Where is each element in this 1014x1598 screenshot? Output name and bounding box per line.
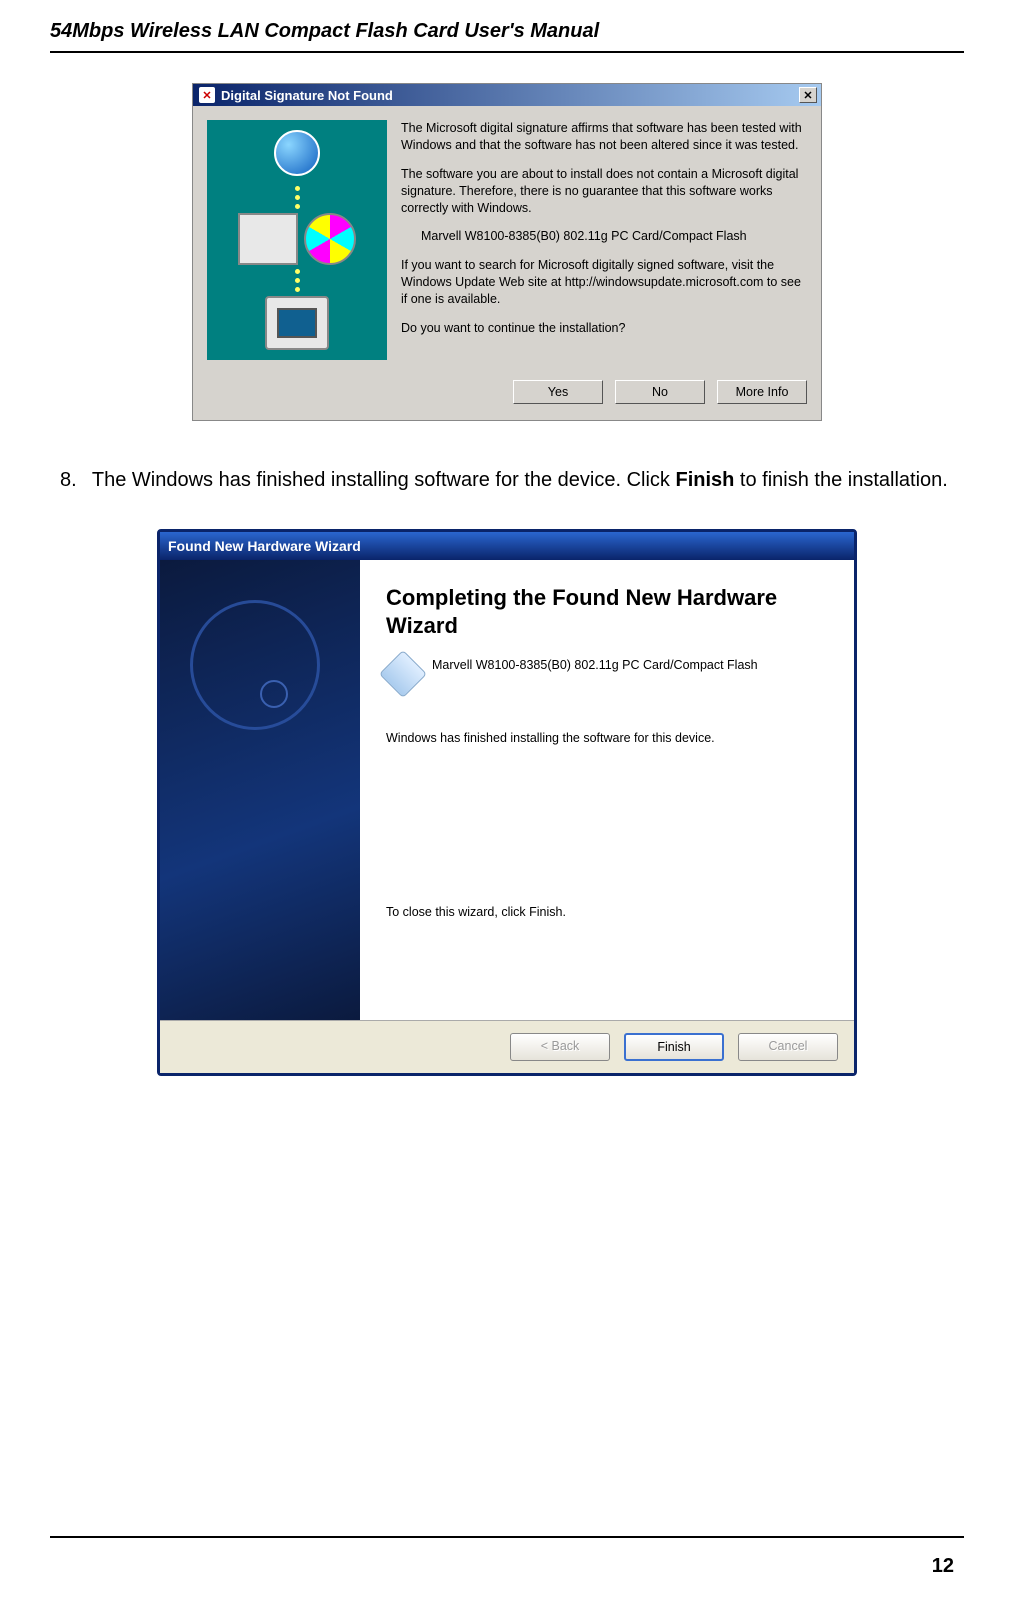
floppy-icon [238,213,298,265]
step-number: 8. [50,469,87,491]
device-icon [379,650,427,698]
dialog2-sidebar-graphic [160,560,360,1020]
dialog1-para1: The Microsoft digital signature affirms … [401,120,807,154]
dialog1-titlebar: ✕ Digital Signature Not Found ✕ [193,84,821,106]
doc-header: 54Mbps Wireless LAN Compact Flash Card U… [50,20,964,43]
dialog2-device: Marvell W8100-8385(B0) 802.11g PC Card/C… [432,657,758,674]
instruction-8: 8. The Windows has finished installing s… [50,461,964,499]
dialog1-title: Digital Signature Not Found [221,88,393,103]
digital-signature-dialog: ✕ Digital Signature Not Found ✕ The Micr… [192,83,822,421]
back-button: < Back [510,1033,610,1061]
found-new-hardware-dialog: Found New Hardware Wizard Completing the… [157,529,857,1076]
page-number: 12 [932,1555,954,1578]
cd-icon [304,213,356,265]
close-button[interactable]: ✕ [799,87,817,103]
footer-rule [50,1536,964,1538]
globe-icon [274,130,320,176]
dialog1-para2: The software you are about to install do… [401,166,807,217]
yes-button[interactable]: Yes [513,380,603,404]
finish-button[interactable]: Finish [624,1033,724,1061]
no-button[interactable]: No [615,380,705,404]
dialog2-status: Windows has finished installing the soft… [386,731,828,745]
dialog1-sidebar-graphic [207,120,387,360]
dialog2-title: Found New Hardware Wizard [168,538,361,554]
step-bold: Finish [675,469,734,491]
dialog1-device: Marvell W8100-8385(B0) 802.11g PC Card/C… [401,228,807,245]
computer-icon [265,296,329,350]
dialog2-close-hint: To close this wizard, click Finish. [386,905,828,919]
header-rule [50,51,964,53]
cancel-button: Cancel [738,1033,838,1061]
dialog1-para4: Do you want to continue the installation… [401,320,807,337]
dialog2-heading: Completing the Found New Hardware Wizard [386,584,828,639]
dialog1-para3: If you want to search for Microsoft digi… [401,257,807,308]
warning-icon: ✕ [199,87,215,103]
step-text-after: to finish the installation. [734,469,947,491]
more-info-button[interactable]: More Info [717,380,807,404]
dialog2-titlebar: Found New Hardware Wizard [160,532,854,560]
step-text-before: The Windows has finished installing soft… [92,469,676,491]
